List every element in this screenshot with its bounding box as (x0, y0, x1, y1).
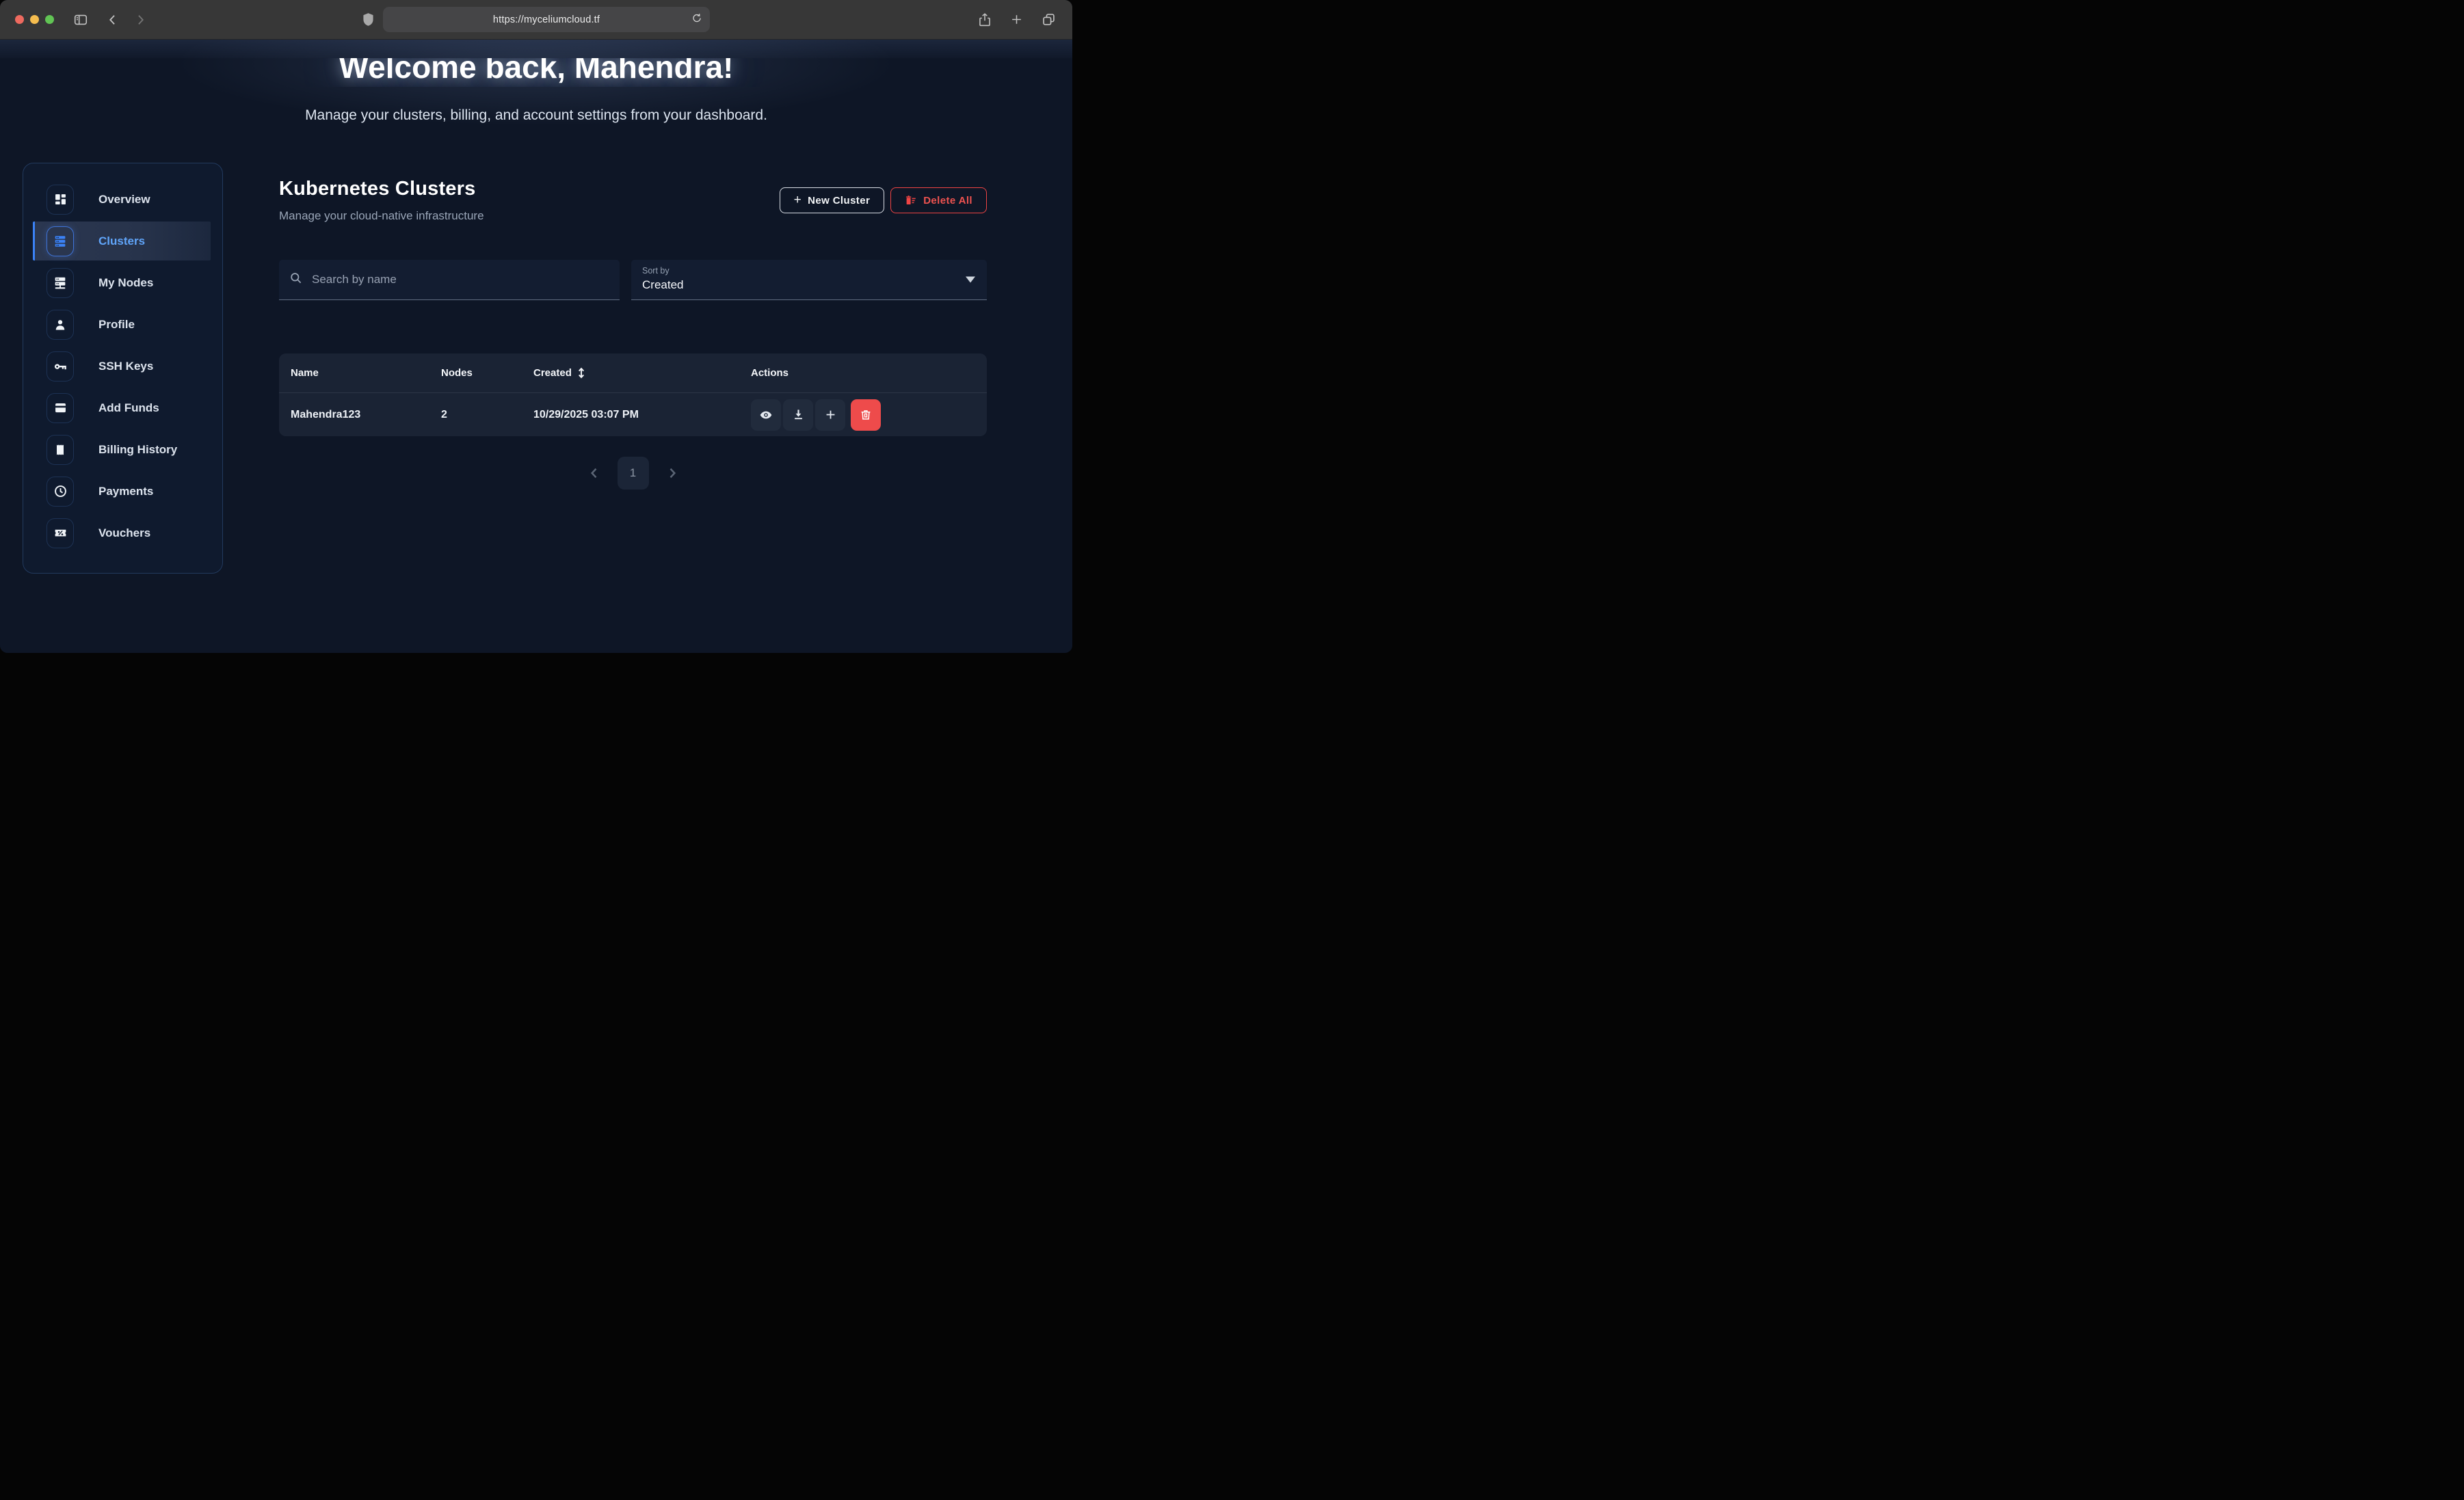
window-controls (15, 15, 54, 24)
minimize-window-button[interactable] (30, 15, 39, 24)
sidebar-item-payments[interactable]: Payments (33, 472, 211, 511)
zoom-window-button[interactable] (45, 15, 54, 24)
sidebar-item-add-funds[interactable]: Add Funds (33, 388, 211, 427)
chevron-down-icon (966, 277, 975, 283)
download-kubeconfig-button[interactable] (783, 399, 813, 431)
plus-icon: + (794, 193, 802, 208)
receipt-icon (47, 435, 74, 465)
search-input[interactable] (279, 260, 620, 299)
page-subtitle: Manage your cloud-native infrastructure (279, 209, 484, 223)
search-field (279, 260, 620, 300)
sort-label: Sort by (642, 266, 976, 276)
table-row: Mahendra123 2 10/29/2025 03:07 PM (279, 392, 987, 436)
new-tab-icon[interactable] (1010, 13, 1023, 26)
hero-glow-band (0, 40, 1072, 58)
search-icon (289, 271, 302, 288)
cluster-nodes-cell: 2 (441, 409, 533, 421)
page-number-button[interactable]: 1 (618, 457, 649, 490)
sidebar-item-label: Add Funds (98, 401, 159, 415)
sidebar-item-ssh-keys[interactable]: SSH Keys (33, 347, 211, 386)
sidebar-item-my-nodes[interactable]: My Nodes (33, 263, 211, 302)
forward-icon[interactable] (133, 13, 147, 27)
ticket-percent-icon (47, 518, 74, 548)
page-content: Welcome back, Mahendra! Manage your clus… (0, 40, 1072, 653)
sidebar-item-label: Overview (98, 193, 150, 206)
reload-icon[interactable] (691, 12, 702, 27)
cluster-name-cell: Mahendra123 (291, 409, 441, 421)
sidebar-item-clusters[interactable]: Clusters (33, 222, 211, 260)
column-header-nodes: Nodes (441, 367, 533, 379)
welcome-heading: Welcome back, Mahendra! (0, 58, 1072, 85)
trash-icon (860, 408, 872, 421)
pagination: 1 (279, 457, 987, 490)
plus-icon (824, 408, 837, 421)
page-title: Kubernetes Clusters (279, 178, 484, 200)
browser-window: https://myceliumcloud.tf (0, 0, 1072, 653)
sidebar-item-label: My Nodes (98, 276, 153, 290)
sidebar-item-label: Clusters (98, 235, 145, 248)
column-header-created[interactable]: Created (533, 367, 751, 379)
share-icon[interactable] (978, 12, 992, 27)
sidebar-item-billing-history[interactable]: Billing History (33, 430, 211, 469)
sidebar-item-label: Profile (98, 318, 135, 332)
sidebar-item-vouchers[interactable]: Vouchers (33, 513, 211, 552)
person-icon (47, 310, 74, 340)
dashboard-sidebar: Overview Clusters (23, 163, 223, 574)
welcome-subtitle: Manage your clusters, billing, and accou… (0, 107, 1072, 124)
previous-page-icon[interactable] (587, 466, 601, 480)
sort-value: Created (642, 278, 976, 292)
sidebar-item-overview[interactable]: Overview (33, 180, 211, 219)
privacy-shield-icon[interactable] (362, 12, 374, 27)
cluster-created-cell: 10/29/2025 03:07 PM (533, 409, 751, 421)
clock-icon (47, 477, 74, 507)
sort-select[interactable]: Sort by Created (631, 260, 987, 300)
sidebar-item-label: Vouchers (98, 526, 150, 540)
delete-cluster-button[interactable] (851, 399, 881, 431)
address-bar[interactable]: https://myceliumcloud.tf (383, 7, 710, 32)
hero-section: Welcome back, Mahendra! Manage your clus… (0, 40, 1072, 124)
column-header-name: Name (291, 367, 441, 379)
new-cluster-label: New Cluster (808, 195, 870, 206)
new-cluster-button[interactable]: + New Cluster (780, 187, 885, 213)
delete-all-label: Delete All (923, 195, 972, 206)
key-icon (47, 351, 74, 381)
close-window-button[interactable] (15, 15, 24, 24)
row-actions (751, 399, 975, 431)
view-cluster-button[interactable] (751, 399, 781, 431)
sort-arrows-icon (577, 367, 585, 379)
next-page-icon[interactable] (665, 466, 679, 480)
delete-all-button[interactable]: Delete All (890, 187, 987, 213)
dashboard-icon (47, 185, 74, 215)
eye-icon (759, 408, 773, 422)
clusters-panel: Kubernetes Clusters Manage your cloud-na… (279, 163, 987, 490)
wallet-icon (47, 393, 74, 423)
back-icon[interactable] (106, 13, 120, 27)
column-header-actions: Actions (751, 367, 975, 379)
server-stack-icon (47, 226, 74, 256)
node-server-icon (47, 268, 74, 298)
tab-overview-icon[interactable] (1042, 12, 1056, 27)
browser-toolbar: https://myceliumcloud.tf (0, 0, 1072, 40)
add-node-button[interactable] (815, 399, 845, 431)
sidebar-item-profile[interactable]: Profile (33, 305, 211, 344)
trash-sweep-icon (905, 194, 917, 206)
download-icon (792, 408, 805, 421)
clusters-table: Name Nodes Created Actions (279, 353, 987, 436)
url-text: https://myceliumcloud.tf (493, 14, 600, 25)
table-header-row: Name Nodes Created Actions (279, 353, 987, 392)
sidebar-toggle-icon[interactable] (73, 12, 88, 27)
sidebar-item-label: Payments (98, 485, 153, 498)
sidebar-item-label: Billing History (98, 443, 177, 457)
sidebar-item-label: SSH Keys (98, 360, 153, 373)
